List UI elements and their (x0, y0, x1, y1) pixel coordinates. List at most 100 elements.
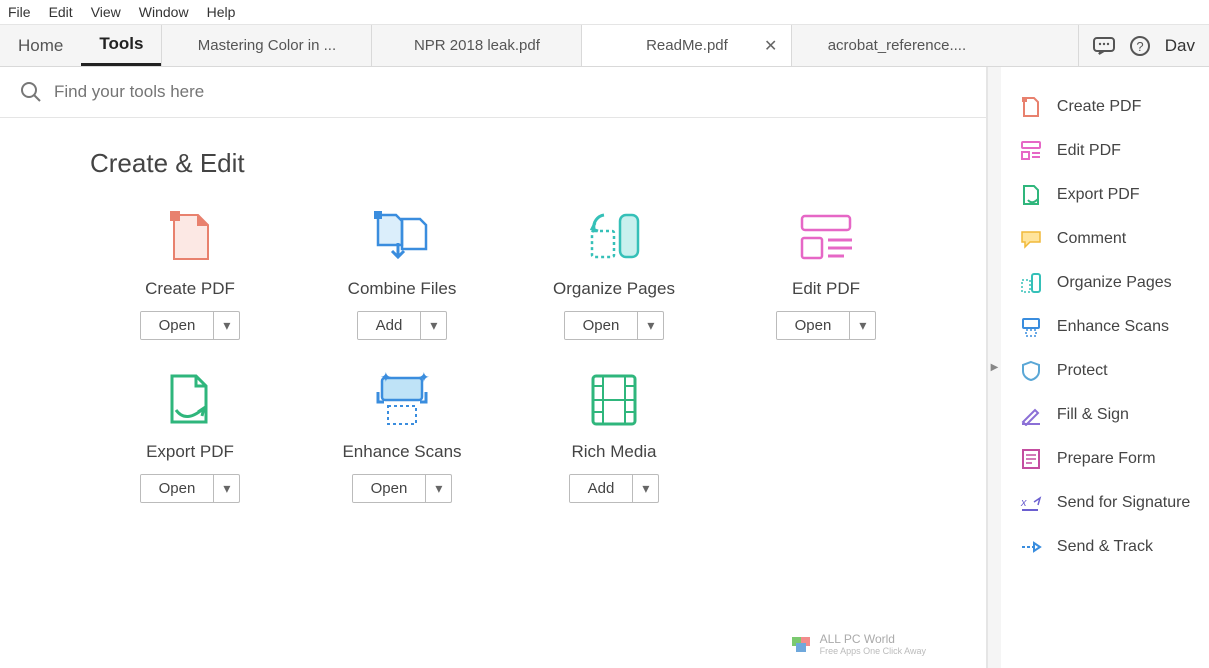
sidebar-item[interactable]: Comment (1001, 217, 1209, 261)
close-icon[interactable]: ✕ (764, 36, 777, 56)
menu-edit[interactable]: Edit (49, 4, 73, 20)
tool-label: Combine Files (348, 279, 457, 299)
tab-document[interactable]: Mastering Color in ... (161, 25, 371, 66)
tool-action-label: Open (777, 312, 850, 339)
create-pdf-s-icon (1019, 95, 1043, 119)
tab-document[interactable]: NPR 2018 leak.pdf (371, 25, 581, 66)
sidebar-item-label: Fill & Sign (1057, 406, 1129, 424)
tool-label: Rich Media (571, 442, 656, 462)
notifications-icon[interactable] (1093, 35, 1115, 57)
chevron-down-icon[interactable]: ▾ (213, 312, 239, 339)
combine-files-icon (372, 207, 432, 267)
sidebar-item-label: Enhance Scans (1057, 318, 1169, 336)
menu-window[interactable]: Window (139, 4, 189, 20)
tool-action-label: Open (141, 312, 214, 339)
sidebar-item[interactable]: Prepare Form (1001, 437, 1209, 481)
sidebar-item[interactable]: Export PDF (1001, 173, 1209, 217)
chevron-down-icon[interactable]: ▾ (849, 312, 875, 339)
tab-label: Mastering Color in ... (198, 37, 336, 54)
tool-card: ✦✦ Enhance Scans Open ▾ (302, 370, 502, 503)
watermark-sub: Free Apps One Click Away (820, 646, 926, 656)
tools-sidebar: Create PDF Edit PDF Export PDF Comment Organ… (1001, 67, 1209, 668)
create-pdf-icon (160, 207, 220, 267)
sidebar-item-label: Export PDF (1057, 186, 1140, 204)
tool-label: Enhance Scans (342, 442, 461, 462)
tool-action-label: Open (141, 475, 214, 502)
sidebar-item[interactable]: Protect (1001, 349, 1209, 393)
sidebar-item-label: Edit PDF (1057, 142, 1121, 160)
tool-card: Edit PDF Open ▾ (726, 207, 926, 340)
sidebar-item[interactable]: Edit PDF (1001, 129, 1209, 173)
organize-s-icon (1019, 271, 1043, 295)
svg-text:x: x (1020, 497, 1027, 509)
tool-action-button[interactable]: Open ▾ (140, 311, 241, 340)
sidebar-item-label: Prepare Form (1057, 450, 1156, 468)
svg-text:✦: ✦ (418, 372, 430, 385)
chevron-down-icon[interactable]: ▾ (637, 312, 663, 339)
svg-text:?: ? (1136, 39, 1143, 54)
tool-card: Organize Pages Open ▾ (514, 207, 714, 340)
menubar: File Edit View Window Help (0, 0, 1209, 25)
menu-file[interactable]: File (8, 4, 31, 20)
watermark-title: ALL PC World (820, 632, 926, 646)
sidebar-item-label: Comment (1057, 230, 1126, 248)
tool-card: Create PDF Open ▾ (90, 207, 290, 340)
export-pdf-s-icon (1019, 183, 1043, 207)
topbar: Home Tools Mastering Color in ... NPR 20… (0, 25, 1209, 67)
search-input[interactable] (54, 82, 966, 102)
menu-view[interactable]: View (91, 4, 121, 20)
enhance-scans-icon: ✦✦ (372, 370, 432, 430)
svg-text:✦: ✦ (380, 372, 392, 385)
collapse-rail[interactable]: ▶ (987, 67, 1001, 668)
tool-action-button[interactable]: Open ▾ (564, 311, 665, 340)
tab-document[interactable]: ReadMe.pdf ✕ (581, 25, 791, 66)
send-track-s-icon (1019, 535, 1043, 559)
tool-card: Rich Media Add ▾ (514, 370, 714, 503)
comment-s-icon (1019, 227, 1043, 251)
sidebar-item-label: Send & Track (1057, 538, 1153, 556)
nav-tools[interactable]: Tools (81, 25, 161, 66)
tool-action-label: Add (570, 475, 633, 502)
sidebar-item-label: Organize Pages (1057, 274, 1172, 292)
edit-pdf-icon (796, 207, 856, 267)
sidebar-item-label: Protect (1057, 362, 1108, 380)
sidebar-item[interactable]: Fill & Sign (1001, 393, 1209, 437)
chevron-down-icon[interactable]: ▾ (420, 312, 446, 339)
watermark: ALL PC World Free Apps One Click Away (790, 632, 926, 656)
sidebar-item[interactable]: Enhance Scans (1001, 305, 1209, 349)
rich-media-icon (584, 370, 644, 430)
chevron-right-icon: ▶ (991, 362, 999, 373)
tool-card: Export PDF Open ▾ (90, 370, 290, 503)
chevron-down-icon[interactable]: ▾ (425, 475, 451, 502)
sidebar-item-label: Send for Signature (1057, 494, 1190, 512)
username-label[interactable]: Dav (1165, 36, 1195, 56)
tool-action-label: Open (353, 475, 426, 502)
section-title: Create & Edit (90, 148, 926, 179)
tool-card: Combine Files Add ▾ (302, 207, 502, 340)
tab-document[interactable]: acrobat_reference.... (791, 25, 1001, 66)
chevron-down-icon[interactable]: ▾ (632, 475, 658, 502)
form-s-icon (1019, 447, 1043, 471)
sidebar-item[interactable]: x Send for Signature (1001, 481, 1209, 525)
chevron-down-icon[interactable]: ▾ (213, 475, 239, 502)
tool-action-button[interactable]: Open ▾ (352, 474, 453, 503)
search-bar (0, 67, 986, 118)
nav-home[interactable]: Home (0, 25, 81, 66)
sidebar-item-label: Create PDF (1057, 98, 1141, 116)
send-sign-s-icon: x (1019, 491, 1043, 515)
search-icon (20, 81, 42, 103)
tool-action-button[interactable]: Add ▾ (569, 474, 660, 503)
sidebar-item[interactable]: Organize Pages (1001, 261, 1209, 305)
tool-action-button[interactable]: Open ▾ (140, 474, 241, 503)
document-tabs: Mastering Color in ... NPR 2018 leak.pdf… (161, 25, 1077, 66)
tool-label: Export PDF (146, 442, 234, 462)
enhance-s-icon (1019, 315, 1043, 339)
sidebar-item[interactable]: Send & Track (1001, 525, 1209, 569)
tool-action-button[interactable]: Add ▾ (357, 311, 448, 340)
tool-action-label: Add (358, 312, 421, 339)
help-icon[interactable]: ? (1129, 35, 1151, 57)
sidebar-item[interactable]: Create PDF (1001, 85, 1209, 129)
tool-action-button[interactable]: Open ▾ (776, 311, 877, 340)
protect-s-icon (1019, 359, 1043, 383)
menu-help[interactable]: Help (207, 4, 236, 20)
